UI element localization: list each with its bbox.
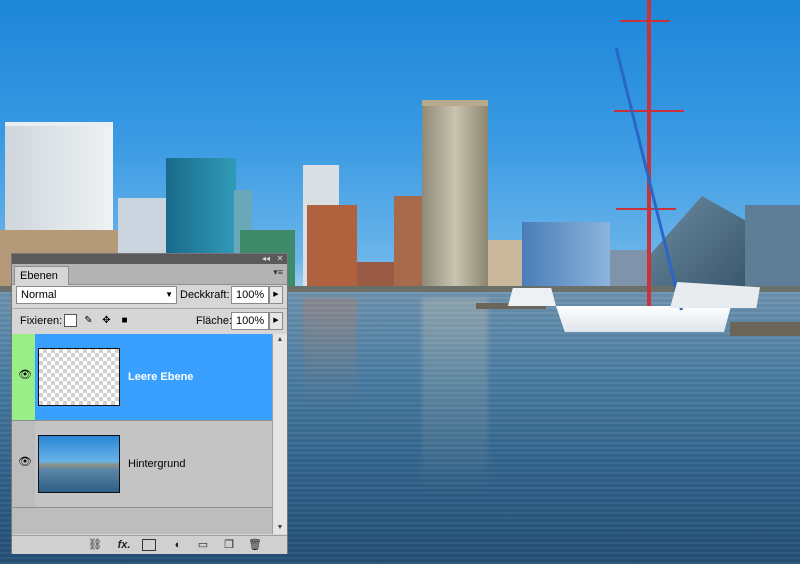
opacity-label: Deckkraft: xyxy=(180,289,230,301)
panel-tab-row: Ebenen ▾≡ xyxy=(12,264,287,285)
trash-icon[interactable]: 🗑 xyxy=(248,538,262,552)
blend-mode-value: Normal xyxy=(21,289,57,301)
layer-list: 👁 Leere Ebene 👁 Hintergrund xyxy=(12,334,272,534)
eye-icon: 👁 xyxy=(18,369,32,381)
lock-all-icon[interactable]: ■ xyxy=(118,314,131,327)
fill-slider-button[interactable]: ▶ xyxy=(269,312,283,330)
layer-list-scrollbar[interactable]: ▲ ▼ xyxy=(272,334,287,534)
layers-panel: ◂◂ ✕ Ebenen ▾≡ Normal ▼ Deckkraft: 100% … xyxy=(11,253,288,554)
layer-name[interactable]: Leere Ebene xyxy=(128,370,193,384)
fill-input[interactable]: 100% xyxy=(231,312,269,330)
scroll-down-icon[interactable]: ▼ xyxy=(273,522,287,534)
scroll-up-icon[interactable]: ▲ xyxy=(273,334,287,346)
group-folder-icon[interactable]: ▭ xyxy=(196,538,210,552)
panel-titlebar[interactable]: ◂◂ ✕ xyxy=(12,254,287,264)
visibility-toggle[interactable]: 👁 xyxy=(12,421,35,507)
new-layer-icon[interactable]: ❐ xyxy=(222,538,236,552)
layer-thumbnail xyxy=(38,435,120,493)
blend-mode-select[interactable]: Normal ▼ xyxy=(16,286,177,304)
lock-transparent-icon[interactable] xyxy=(64,314,77,327)
layer-row-hintergrund[interactable]: 👁 Hintergrund xyxy=(12,421,272,508)
eye-icon: 👁 xyxy=(18,456,32,468)
close-icon[interactable]: ✕ xyxy=(275,254,285,264)
lock-position-icon[interactable]: ✥ xyxy=(100,314,113,327)
chevron-down-icon: ▼ xyxy=(165,290,173,299)
lock-fill-row: Fixieren: ✎ ✥ ■ Fläche: 100% ▶ xyxy=(12,311,287,333)
layer-thumbnail xyxy=(38,348,120,406)
opacity-input[interactable]: 100% xyxy=(231,286,269,304)
adjustment-layer-icon[interactable]: ◐ xyxy=(170,538,186,552)
panel-footer: ⛓ fx. ◐ ▭ ❐ 🗑 xyxy=(12,535,287,554)
opacity-slider-button[interactable]: ▶ xyxy=(269,286,283,304)
tab-layers[interactable]: Ebenen xyxy=(14,266,69,285)
lock-image-icon[interactable]: ✎ xyxy=(82,314,95,327)
layer-row-leere-ebene[interactable]: 👁 Leere Ebene xyxy=(12,334,272,421)
link-layers-icon[interactable]: ⛓ xyxy=(86,538,104,552)
blend-opacity-row: Normal ▼ Deckkraft: 100% ▶ xyxy=(12,285,287,307)
fill-label: Fläche: xyxy=(196,315,233,327)
lock-label: Fixieren: xyxy=(20,315,63,327)
panel-menu-icon[interactable]: ▾≡ xyxy=(273,267,283,278)
double-chevron-left-icon[interactable]: ◂◂ xyxy=(261,254,271,264)
layer-name[interactable]: Hintergrund xyxy=(128,457,185,471)
add-mask-icon[interactable] xyxy=(142,539,156,551)
visibility-toggle[interactable]: 👁 xyxy=(12,334,35,420)
fx-icon[interactable]: fx. xyxy=(114,538,134,552)
